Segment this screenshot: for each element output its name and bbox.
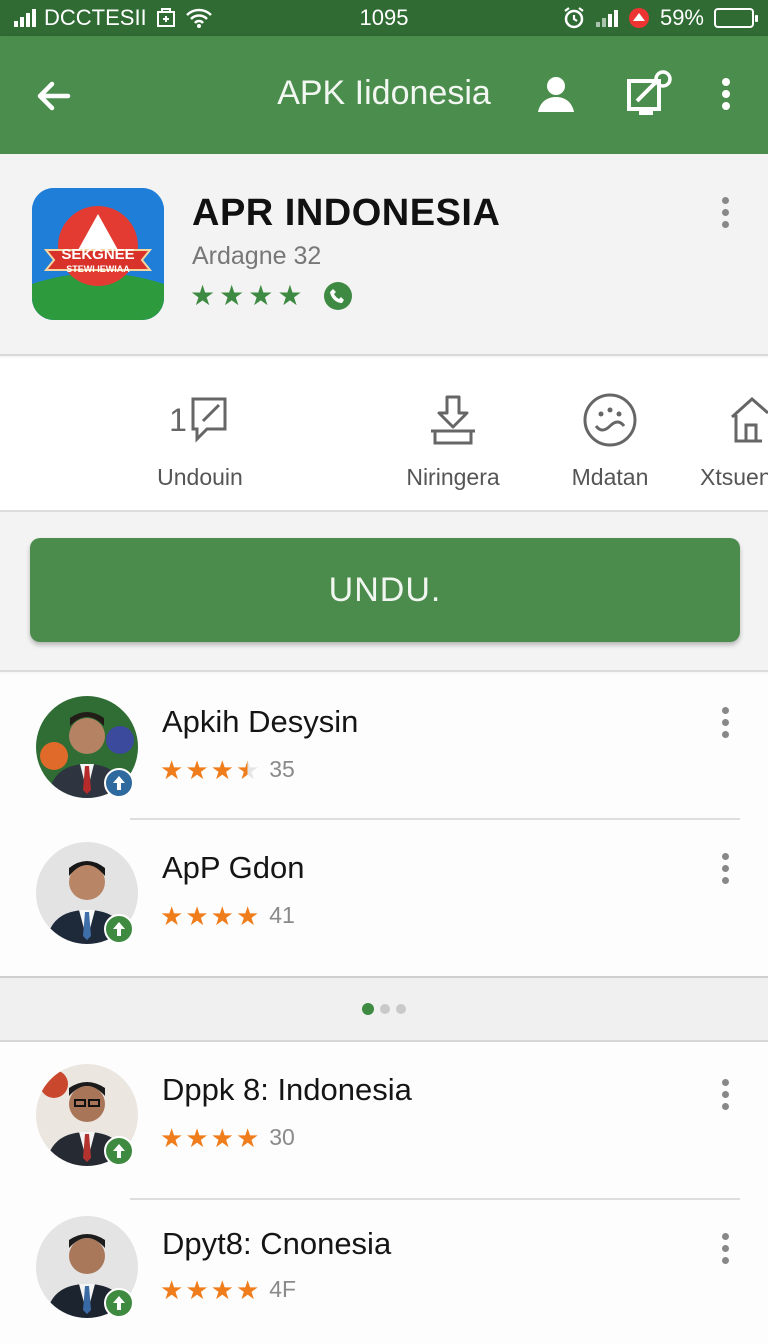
app-logo-image: SEKGNEE STEWI IEWIAA <box>32 188 164 320</box>
arrow-up-icon <box>113 922 125 936</box>
rating: ★ ★ ★ ★ 41 <box>160 902 295 929</box>
star-icon: ★ <box>235 1122 260 1153</box>
edit-window-icon <box>627 70 672 115</box>
download-icon <box>431 395 475 445</box>
star-icon: ★ <box>210 754 234 785</box>
logo-bottom-text: STEWI IEWIAA <box>66 264 130 274</box>
star-icon: ★ <box>190 280 216 311</box>
app-name: Apkih Desysin <box>162 704 359 739</box>
star-icon: ★ <box>185 754 209 785</box>
star-icon: ★ <box>277 280 303 311</box>
more-vert-icon <box>722 78 730 110</box>
carrier-name: DCCTESII <box>44 5 147 30</box>
arrow-up-icon <box>113 1144 125 1158</box>
star-icon: ★ <box>248 280 274 311</box>
sim-icon <box>156 8 175 27</box>
arrow-up-icon <box>113 1296 125 1310</box>
app-header: SEKGNEE STEWI IEWIAA APR INDONESIA Ardag… <box>0 154 768 356</box>
quick-action-label: Niringera <box>406 464 500 490</box>
arrow-up-icon <box>113 776 125 790</box>
notification-icon <box>628 8 649 28</box>
install-section: UNDU. <box>0 512 768 672</box>
quick-action-comment[interactable]: 1 Undouin <box>140 390 260 491</box>
quick-actions: 1 Undouin Niringera Mdatan Xtsuen <box>0 358 768 512</box>
app-icon[interactable]: SEKGNEE STEWI IEWIAA <box>32 188 164 320</box>
star-icon: ★ <box>210 1274 234 1305</box>
list-item[interactable]: Dppk 8: Indonesia ★ ★ ★ ★ 30 <box>0 1042 768 1190</box>
app-developer[interactable]: Ardagne 32 <box>192 242 321 271</box>
battery-percent: 59% <box>659 5 704 30</box>
rating: ★ ★ ★ ★ 4F <box>160 1276 296 1303</box>
app-name: APR INDONESIA <box>192 192 501 234</box>
phone-verified-icon <box>324 282 353 310</box>
signal-bars-icon <box>595 9 618 27</box>
app-name: ApP Gdon <box>162 850 305 885</box>
quick-action-download[interactable]: Niringera <box>392 390 514 491</box>
update-badge <box>104 1288 134 1318</box>
rating: ★ ★ ★ ★ 30 <box>160 1124 295 1151</box>
star-icon: ★ <box>160 900 184 931</box>
star-icon: ★ <box>235 900 260 931</box>
logo-top-text: SEKGNEE <box>61 246 134 263</box>
app-name: Dppk 8: Indonesia <box>162 1072 412 1107</box>
quick-action-face[interactable]: Mdatan <box>560 390 660 491</box>
rating-count: 4F <box>269 1276 297 1302</box>
person-icon <box>538 77 574 112</box>
star-icon: ★ <box>185 1274 209 1305</box>
page-dot[interactable] <box>362 1003 374 1015</box>
install-button[interactable]: UNDU. <box>30 538 740 642</box>
battery-icon <box>714 8 758 28</box>
face-icon <box>583 393 637 447</box>
star-icon: ★ <box>235 1274 260 1305</box>
star-icon: ★ <box>160 1274 184 1305</box>
star-icon: ★ <box>185 1122 209 1153</box>
account-button[interactable] <box>528 66 584 122</box>
quick-action-label: Xtsuen <box>700 464 768 490</box>
item-more-button[interactable] <box>710 1072 740 1116</box>
update-badge <box>104 914 134 944</box>
rating: ★ ★ ★ ★ 35 <box>160 756 295 783</box>
cell-signal-icon <box>14 9 36 27</box>
quick-action-label: Mdatan <box>571 464 649 490</box>
app-more-button[interactable] <box>710 190 740 234</box>
rating-count: 30 <box>269 1124 295 1150</box>
app-rating: ★ ★ ★ ★ <box>190 280 353 311</box>
star-icon: ★ <box>210 1122 234 1153</box>
status-left: DCCTESII <box>14 5 314 31</box>
star-icon: ★ <box>219 280 245 311</box>
list-item[interactable]: Apkih Desysin ★ ★ ★ ★ 35 <box>0 674 768 822</box>
rating-count: 35 <box>269 756 295 782</box>
overflow-menu-button[interactable] <box>698 66 754 122</box>
item-more-button[interactable] <box>710 846 740 890</box>
comment-icon <box>191 397 227 443</box>
app-list: Apkih Desysin ★ ★ ★ ★ 35 ApP Gdon ★ ★ ★ … <box>0 674 768 978</box>
alarm-icon <box>564 7 584 29</box>
item-more-button[interactable] <box>710 700 740 744</box>
star-icon: ★ <box>160 1122 184 1153</box>
rating-count: 41 <box>269 902 295 928</box>
star-icon: ★ <box>210 900 234 931</box>
star-icon: ★ <box>160 754 184 785</box>
app-name: Dpyt8: Cnonesia <box>162 1226 392 1261</box>
update-badge <box>104 1136 134 1166</box>
quick-action-label: Undouin <box>157 464 243 490</box>
page-dot[interactable] <box>380 1004 390 1014</box>
comment-prefix: 1 <box>169 401 187 438</box>
status-right: 59% <box>562 5 758 31</box>
half-star-icon: ★ <box>235 754 260 785</box>
star-icon: ★ <box>185 900 209 931</box>
wifi-icon <box>185 8 212 28</box>
page-indicator <box>0 978 768 1040</box>
status-bar: DCCTESII 1095 59% <box>0 0 768 36</box>
page-dot[interactable] <box>396 1004 406 1014</box>
quick-action-home[interactable]: Xtsuen <box>692 390 768 491</box>
list-item[interactable]: Dpyt8: Cnonesia ★ ★ ★ ★ 4F <box>0 1200 768 1344</box>
app-bar: APK Iidonesia <box>0 36 768 154</box>
app-list: Dppk 8: Indonesia ★ ★ ★ ★ 30 Dpyt8: Cnon… <box>0 1040 768 1344</box>
list-item[interactable]: ApP Gdon ★ ★ ★ ★ 41 <box>0 820 768 968</box>
item-more-button[interactable] <box>710 1226 740 1270</box>
home-icon <box>730 396 768 443</box>
update-badge <box>104 768 134 798</box>
edit-button[interactable] <box>620 66 676 122</box>
